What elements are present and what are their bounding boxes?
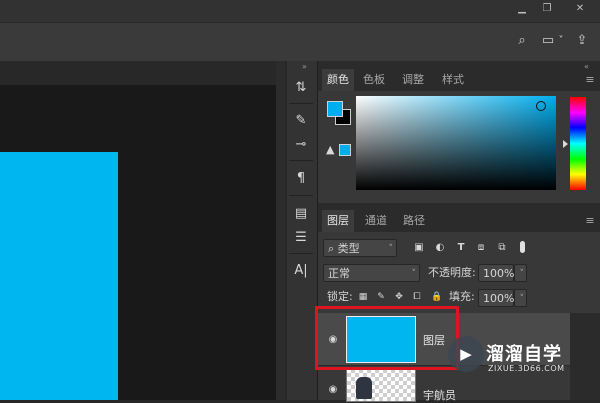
color-field[interactable]	[356, 96, 556, 190]
layers-panel-tabs: 图层 通道 路径 ≡	[318, 210, 600, 232]
filter-search-icon: ⌕	[328, 242, 335, 255]
brush-settings-icon[interactable]: ✎	[290, 110, 312, 132]
lock-artboard-icon[interactable]: ⧠	[412, 292, 422, 302]
options-bar	[0, 22, 600, 62]
history-icon[interactable]: ⇅	[290, 77, 312, 99]
adjustment-filter-icon[interactable]: ◐	[434, 242, 446, 254]
layers-panel-menu-icon[interactable]: ≡	[584, 215, 596, 227]
pixel-filter-icon[interactable]: ▣	[413, 242, 425, 254]
divider	[289, 160, 313, 161]
highlight-box	[315, 306, 459, 370]
shape-filter-icon[interactable]: ⧈	[475, 242, 487, 254]
divider	[289, 195, 313, 196]
chevron-down-icon: ˅	[411, 269, 417, 279]
chevron-down-icon: ˅	[388, 244, 394, 254]
watermark-title: 溜溜自学	[486, 344, 562, 365]
tab-styles[interactable]: 样式	[437, 69, 469, 91]
libraries-icon[interactable]: ☰	[290, 227, 312, 249]
layer-filter-kind-dropdown[interactable]: ⌕ 类型 ˅	[323, 239, 397, 257]
opacity-input[interactable]: 100%	[478, 264, 514, 282]
layers-scrollbar[interactable]	[588, 313, 600, 400]
astronaut-figure	[356, 377, 372, 399]
tab-swatches[interactable]: 色板	[358, 69, 390, 91]
fill-dropdown-button[interactable]: ˅	[514, 289, 527, 307]
tab-paths[interactable]: 路径	[398, 210, 430, 232]
fill-input[interactable]: 100%	[478, 289, 514, 307]
workspace-icon[interactable]: ▭	[540, 33, 556, 49]
web-safe-color-swatch[interactable]	[339, 144, 351, 156]
share-icon[interactable]: ⇪	[574, 33, 590, 49]
gamut-warning-icon[interactable]: ▲	[326, 144, 338, 156]
fill-label: 填充:	[449, 290, 475, 303]
watermark-logo: ▶	[448, 336, 484, 372]
search-icon[interactable]: ⌕	[514, 33, 530, 49]
character-icon[interactable]: A|	[290, 260, 312, 282]
hue-slider-pointer[interactable]	[563, 140, 568, 148]
watermark-subtitle: ZIXUE.3D66.COM	[488, 364, 565, 373]
filter-kind-label: 类型	[337, 242, 360, 255]
blend-mode-dropdown[interactable]: 正常 ˅	[323, 264, 420, 282]
minimize-icon[interactable]: ▁	[512, 2, 532, 16]
panel-collapse-strip[interactable]	[276, 61, 285, 400]
clone-source-icon[interactable]: ⊸	[290, 134, 312, 156]
color-panel-menu-icon[interactable]: ≡	[584, 74, 596, 86]
opacity-label: 不透明度:	[428, 266, 476, 279]
lock-position-icon[interactable]: ✥	[394, 292, 404, 302]
foreground-color-swatch[interactable]	[327, 101, 343, 117]
tab-adjustments[interactable]: 调整	[397, 69, 429, 91]
chevron-down-icon: ˅	[519, 294, 525, 304]
type-filter-icon[interactable]: T	[455, 242, 467, 254]
tab-color[interactable]: 颜色	[322, 69, 354, 91]
lock-all-icon[interactable]: 🔒	[431, 292, 442, 302]
tool-panel-collapse-icon[interactable]: »	[302, 62, 307, 71]
workspace-chevron-icon[interactable]: ˅	[556, 33, 566, 49]
lock-label: 锁定:	[327, 290, 353, 303]
tab-layers[interactable]: 图层	[322, 210, 354, 232]
restore-icon[interactable]: ❐	[537, 2, 557, 16]
lock-image-icon[interactable]: ✎	[376, 292, 386, 302]
lock-transparent-icon[interactable]: ▦	[358, 292, 368, 302]
paragraph-icon[interactable]: ¶	[290, 168, 312, 190]
blend-mode-value: 正常	[328, 267, 350, 280]
color-panel-tabs: 颜色 色板 调整 样式 ≡	[318, 69, 600, 91]
properties-icon[interactable]: ▤	[290, 203, 312, 225]
close-icon[interactable]: ✕	[570, 2, 590, 16]
eye-icon[interactable]: ◉	[327, 385, 339, 395]
hue-slider[interactable]	[570, 97, 586, 190]
canvas-blue-layer[interactable]	[0, 152, 118, 400]
title-bar	[0, 0, 600, 22]
divider	[289, 253, 313, 254]
tab-channels[interactable]: 通道	[360, 210, 392, 232]
divider	[289, 103, 313, 104]
opacity-dropdown-button[interactable]: ˅	[514, 264, 527, 282]
smart-object-filter-icon[interactable]: ⧉	[496, 242, 508, 254]
color-picker-ring[interactable]	[536, 101, 546, 111]
filter-toggle-icon[interactable]	[520, 241, 525, 253]
layer-name[interactable]: 宇航员	[423, 387, 456, 403]
chevron-down-icon: ˅	[519, 269, 525, 279]
